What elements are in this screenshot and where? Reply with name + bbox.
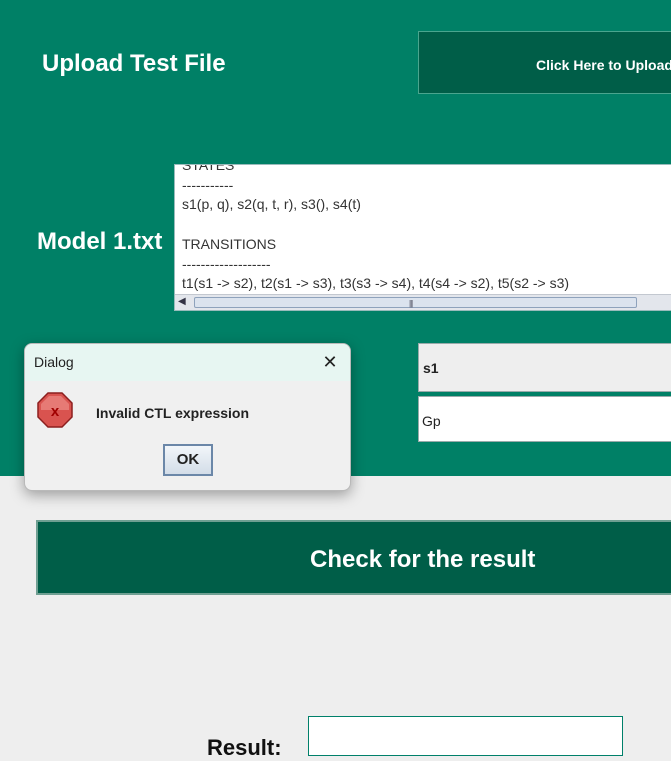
model-text-line: s1(p, q), s2(q, t, r), s3(), s4(t) (182, 196, 361, 213)
model-text-area[interactable]: STATES ----------- s1(p, q), s2(q, t, r), … (174, 164, 671, 311)
table-value-cell[interactable]: Gp (418, 396, 671, 442)
dialog-message: Invalid CTL expression (96, 405, 250, 421)
dialog-title: Dialog (34, 354, 74, 370)
check-result-label: Check for the result (310, 546, 536, 573)
close-icon[interactable]: ✕ (317, 349, 343, 375)
model-text-content: STATES ----------- s1(p, q), s2(q, t, r), … (182, 164, 570, 294)
upload-button-label: Click Here to Upload (536, 57, 671, 73)
model-text-line: ----------- (182, 176, 234, 193)
model-text-line (182, 215, 569, 235)
table-header-label: s1 (423, 360, 439, 376)
grip-icon: ||| (409, 299, 413, 308)
model-label: Model 1.txt (37, 228, 163, 255)
upload-button[interactable]: Click Here to Upload (418, 31, 671, 94)
ok-button[interactable]: OK (163, 444, 213, 476)
model-text-line: STATES (182, 164, 235, 173)
error-icon: x (37, 392, 73, 428)
horizontal-scrollbar[interactable]: ◀ ||| (175, 294, 671, 310)
result-field[interactable] (308, 716, 623, 756)
upload-title: Upload Test File (42, 50, 226, 77)
model-text-line: t1(s1 -> s2), t2(s1 -> s3), t3(s3 -> s4)… (182, 275, 570, 292)
scroll-left-icon[interactable]: ◀ (178, 296, 186, 307)
model-text-line: TRANSITIONS (182, 235, 277, 252)
dialog-titlebar[interactable]: Dialog ✕ (25, 344, 350, 381)
table-header-cell[interactable]: s1 (418, 343, 671, 392)
error-icon-glyph: x (51, 403, 60, 420)
result-label: Result: (207, 735, 282, 760)
model-text-line: ------------------- (182, 255, 271, 272)
error-dialog: Dialog ✕ x Invalid CTL expression OK (24, 343, 351, 491)
check-result-button[interactable]: Check for the result (36, 520, 671, 595)
scrollbar-thumb[interactable]: ||| (194, 297, 637, 308)
table-cell-value: Gp (422, 413, 441, 429)
